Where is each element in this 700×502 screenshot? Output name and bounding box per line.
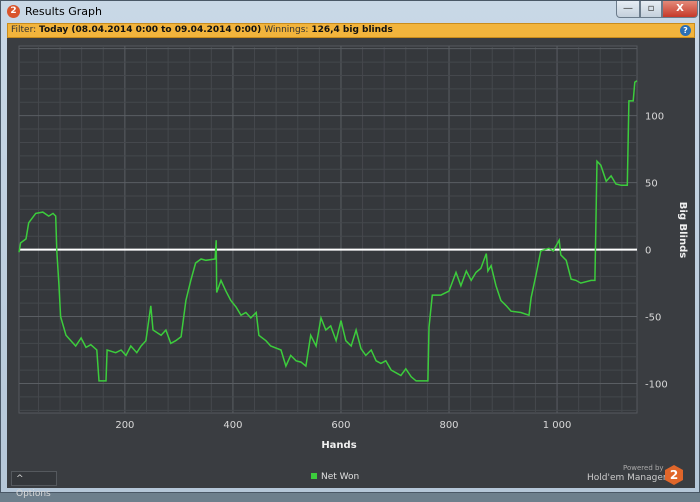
chevron-up-icon: ^ <box>16 474 24 484</box>
x-tick-label: 800 <box>439 420 458 431</box>
plot-area <box>18 45 638 414</box>
y-tick-label: 50 <box>645 179 658 190</box>
y-tick-label: -100 <box>645 380 668 391</box>
legend-label: Net Won <box>321 472 360 482</box>
y-tick-label: -50 <box>645 313 661 324</box>
y-tick-label: 100 <box>645 112 664 123</box>
x-tick-label: 200 <box>115 420 134 431</box>
x-tick-label: 1 000 <box>543 420 572 431</box>
x-axis-title: Hands <box>321 440 356 451</box>
x-tick-label: 600 <box>331 420 350 431</box>
results-chart: 200 400 600 800 1 000 100 50 0 -50 -100 Hands Big B… <box>18 45 688 451</box>
y-tick-label: 0 <box>645 246 651 257</box>
powered-by-text: Powered by <box>623 464 664 472</box>
options-label: Options <box>16 489 51 499</box>
legend-swatch <box>311 473 317 479</box>
options-button[interactable]: ^ Options <box>11 471 57 499</box>
x-tick-label: 400 <box>223 420 242 431</box>
y-axis-title: Big Blinds <box>677 202 688 258</box>
chart-legend: Net Won <box>311 472 359 482</box>
brand-name: Hold'em Manager <box>587 473 667 483</box>
results-graph-window: 2 Results Graph — ▫ X Filter: Today (08.… <box>0 0 700 499</box>
